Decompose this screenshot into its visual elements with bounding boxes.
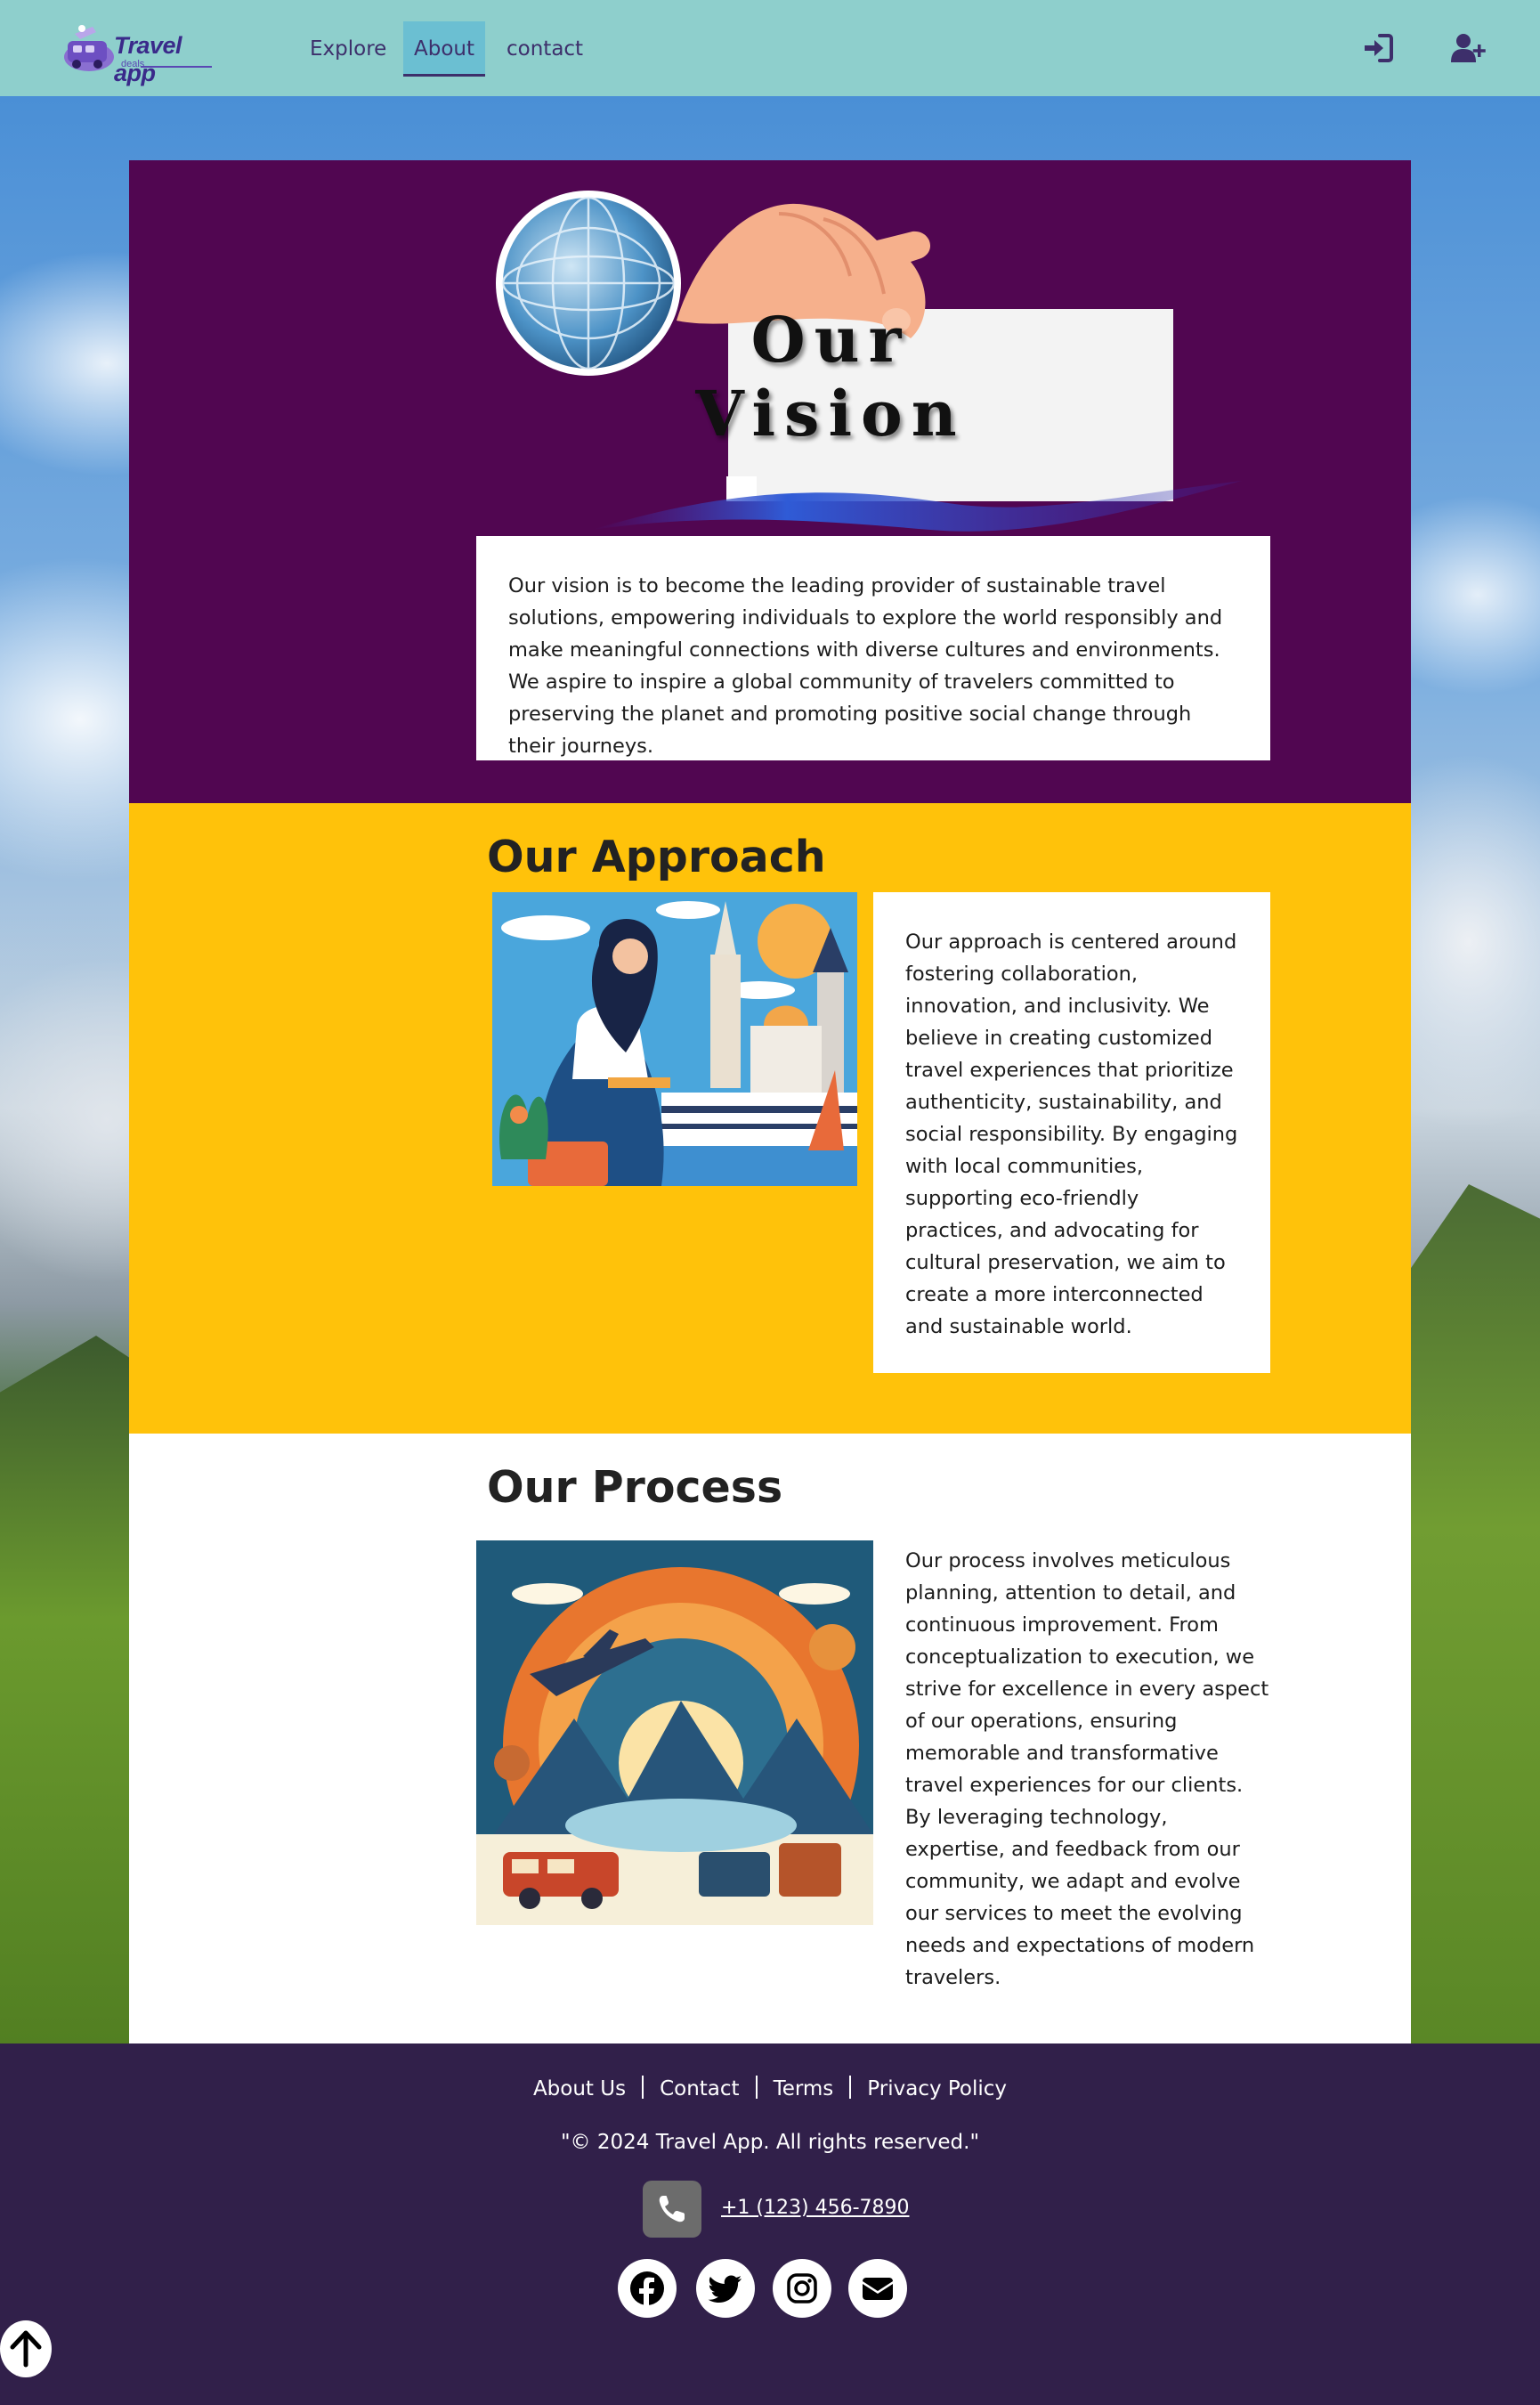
facebook-link[interactable] (618, 2259, 677, 2318)
vision-banner-text: Our Vision (695, 303, 966, 451)
about-content: Our Vision Our vision is to become the l… (129, 160, 1411, 2043)
phone-number-link[interactable]: +1 (123) 456-7890 (721, 2197, 910, 2219)
brand-logo[interactable]: Travel app deals (62, 21, 223, 86)
navbar: Travel app deals Explore About contact (0, 0, 1540, 96)
process-image (476, 1540, 873, 1925)
process-section: Our Process Our process involves meticul… (129, 1434, 1411, 2043)
footer-link-about-us[interactable]: About Us (517, 2077, 642, 2100)
process-text-block: Our process involves meticulous planning… (905, 1545, 1270, 1994)
vision-banner-image: Our Vision (485, 187, 1268, 539)
approach-title: Our Approach (487, 832, 826, 882)
nav-link-about[interactable]: About (403, 21, 486, 77)
back-to-top-button[interactable] (0, 2320, 52, 2377)
nav-link-explore[interactable]: Explore (299, 21, 397, 77)
footer-link-terms[interactable]: Terms (758, 2077, 850, 2100)
process-body: Our process involves meticulous planning… (905, 1549, 1269, 1989)
brand-tagline: deals (121, 59, 145, 69)
nav-link-contact[interactable]: contact (496, 21, 594, 77)
copyright-text: "© 2024 Travel App. All rights reserved.… (560, 2131, 980, 2154)
background-hill-right (1398, 1184, 1540, 2043)
footer-link-contact[interactable]: Contact (644, 2077, 755, 2100)
vision-section: Our Vision Our vision is to become the l… (129, 160, 1411, 803)
approach-text-box: Our approach is centered around fosterin… (873, 892, 1270, 1373)
envelope-icon (863, 2278, 893, 2300)
email-link[interactable] (848, 2259, 907, 2318)
sign-in-icon[interactable] (1362, 32, 1394, 64)
instagram-icon (787, 2273, 817, 2303)
twitter-link[interactable] (696, 2259, 755, 2318)
journey-illustration (476, 1540, 873, 1925)
phone-button[interactable] (643, 2181, 701, 2238)
phone-icon (659, 2196, 685, 2222)
user-plus-icon[interactable] (1451, 32, 1487, 64)
brand-underline (141, 66, 212, 68)
approach-image (492, 892, 857, 1186)
approach-body: Our approach is centered around fosterin… (905, 930, 1238, 1338)
traveler-illustration (492, 892, 857, 1186)
instagram-link[interactable] (773, 2259, 831, 2318)
twitter-icon (708, 2275, 742, 2303)
facebook-icon (630, 2271, 664, 2306)
approach-section: Our Approach Our approach is centered ar… (129, 803, 1411, 1434)
footer: About Us Contact Terms Privacy Policy "© 20… (0, 2043, 1540, 2405)
vision-body: Our vision is to become the leading prov… (508, 574, 1223, 758)
footer-links: About Us Contact Terms Privacy Policy (0, 2076, 1540, 2100)
footer-link-privacy-policy[interactable]: Privacy Policy (851, 2077, 1023, 2100)
process-title: Our Process (487, 1462, 783, 1513)
vision-text-box: Our vision is to become the leading prov… (476, 536, 1270, 760)
arrow-up-icon (10, 2330, 42, 2368)
travel-van-icon (64, 25, 114, 71)
